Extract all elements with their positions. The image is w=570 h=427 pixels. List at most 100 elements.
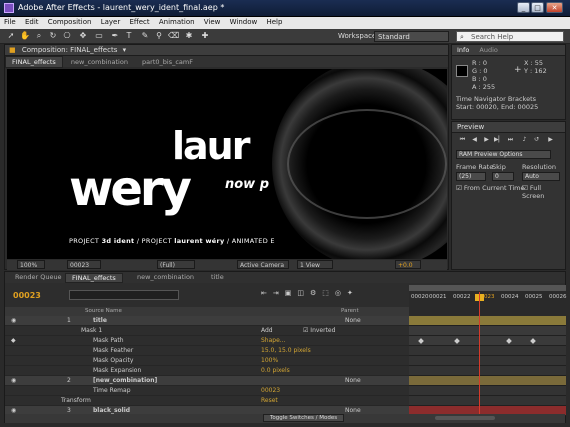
property-row[interactable]: Mask Feather 15.0, 15.0 pixels [5, 346, 409, 356]
visibility-eye-icon[interactable]: ◉ [11, 376, 16, 385]
layer-bar[interactable] [409, 376, 566, 386]
property-row[interactable]: Transform Reset [5, 396, 409, 406]
timeline-switch-icons[interactable]: ⇤⇥▣◫⚙⬚◎✦ [261, 289, 359, 297]
panel-menu-chevron-icon[interactable]: ▾ [120, 46, 127, 54]
ram-preview-options-select[interactable]: RAM Preview Options [456, 150, 551, 159]
next-frame-icon[interactable]: ▶▏ [494, 136, 503, 144]
parent-select[interactable]: None [345, 376, 361, 385]
tab-render-queue[interactable]: Render Queue [9, 273, 68, 283]
tab-final-effects-timeline[interactable]: FINAL_effects [65, 273, 123, 283]
keyframe-nav-icon[interactable]: ◆ [11, 336, 16, 345]
current-timecode[interactable]: 00023 [13, 291, 41, 300]
keyframe[interactable] [418, 338, 424, 344]
brush-tool-icon[interactable]: ✎ [140, 31, 150, 41]
rectangle-mask-tool-icon[interactable]: ▭ [94, 31, 104, 41]
from-current-time-checkbox[interactable]: ☑ From Current Time [456, 184, 524, 192]
checkbox-icon: ☑ [522, 184, 528, 192]
info-panel: Info Audio R : 0 G : 0 B : 0 A : 255 + X… [451, 44, 566, 120]
zoom-tool-icon[interactable]: ⌕ [34, 31, 44, 41]
minimize-button[interactable]: _ [517, 2, 530, 13]
time-ruler[interactable]: 00020 00021 00022 00023 00024 00025 0002… [409, 285, 567, 316]
pan-behind-tool-icon[interactable]: ✥ [78, 31, 88, 41]
resolution-select[interactable]: Auto [522, 172, 560, 181]
current-time-field[interactable]: 00023 [67, 260, 101, 269]
inverted-checkbox[interactable]: ☑ Inverted [303, 326, 335, 335]
timeline-search-input[interactable] [69, 290, 179, 300]
frame-rate-label: Frame Rate [456, 163, 494, 171]
full-screen-checkbox[interactable]: ☑ Full Screen [522, 184, 565, 200]
tab-info[interactable]: Info [452, 46, 469, 54]
col-source-name[interactable]: Source Name [85, 307, 122, 315]
maximize-button[interactable]: □ [531, 2, 544, 13]
layer-bar[interactable] [409, 316, 566, 326]
close-button[interactable]: ✕ [546, 2, 563, 13]
parent-select[interactable]: None [345, 316, 361, 325]
frame-rate-select[interactable]: (25) [456, 172, 486, 181]
previous-frame-icon[interactable]: ◀ [470, 136, 479, 144]
clone-stamp-tool-icon[interactable]: ⚲ [154, 31, 164, 41]
menu-animation[interactable]: Animation [155, 17, 198, 26]
tab-new-combination-timeline[interactable]: new_combination [131, 273, 200, 283]
play-icon[interactable]: ▶ [482, 136, 491, 144]
type-tool-icon[interactable]: T [124, 31, 134, 41]
workspace-select[interactable]: Standard [374, 31, 449, 42]
pen-tool-icon[interactable]: ✒ [110, 31, 120, 41]
first-frame-icon[interactable]: ⏮ [458, 136, 467, 144]
tab-audio[interactable]: Audio [471, 46, 497, 54]
time-navigator[interactable] [409, 285, 566, 291]
timeline-footer: Toggle Switches / Modes [5, 414, 565, 423]
skip-select[interactable]: 0 [492, 172, 514, 181]
roto-brush-tool-icon[interactable]: ✱ [184, 31, 194, 41]
tab-new-combination[interactable]: new_combination [65, 57, 134, 67]
zoom-select[interactable]: 100% [17, 260, 45, 269]
layer-row-new-combination[interactable]: ◉ 2 [new_combination] None [5, 376, 409, 386]
composition-viewer[interactable]: laur wery now p PROJECT 3d ident / PROJE… [7, 69, 447, 259]
toggle-switches-modes-button[interactable]: Toggle Switches / Modes [263, 414, 345, 422]
tab-final-effects[interactable]: FINAL_effects [5, 56, 63, 68]
info-b: B : 0 [472, 75, 487, 83]
keyframe[interactable] [454, 338, 460, 344]
audio-icon[interactable]: ♪ [520, 136, 529, 144]
rotate-tool-icon[interactable]: ↻ [48, 31, 58, 41]
camera-select[interactable]: Active Camera [237, 260, 289, 269]
menu-layer[interactable]: Layer [97, 17, 124, 26]
menu-composition[interactable]: Composition [44, 17, 95, 26]
ram-preview-icon[interactable]: ▶ [546, 136, 555, 144]
menu-view[interactable]: View [200, 17, 224, 26]
last-frame-icon[interactable]: ⏭ [506, 136, 515, 144]
puppet-pin-tool-icon[interactable]: ✚ [200, 31, 210, 41]
resolution-select[interactable]: (Full) [157, 260, 195, 269]
info-y: Y : 162 [524, 67, 547, 75]
loop-icon[interactable]: ↺ [532, 136, 541, 144]
hand-tool-icon[interactable]: ✋ [20, 31, 30, 41]
menu-file[interactable]: File [0, 17, 19, 26]
property-row[interactable]: Time Remap 00023 [5, 386, 409, 396]
property-row[interactable]: Mask Expansion 0.0 pixels [5, 366, 409, 376]
composition-panel-title[interactable]: Composition: FINAL_effects [18, 46, 118, 54]
eraser-tool-icon[interactable]: ⌫ [168, 31, 179, 41]
property-row[interactable]: Mask Opacity 100% [5, 356, 409, 366]
menu-effect[interactable]: Effect [125, 17, 152, 26]
exposure-field[interactable]: +0.0 [395, 260, 421, 269]
zoom-slider[interactable] [435, 416, 495, 420]
visibility-eye-icon[interactable]: ◉ [11, 316, 16, 325]
playhead-line[interactable] [479, 292, 480, 422]
view-layout-select[interactable]: 1 View [297, 260, 333, 269]
tab-part0-bis-camf[interactable]: part0_bis_camF [136, 57, 199, 67]
selection-tool-icon[interactable]: ➚ [6, 31, 16, 41]
menu-edit[interactable]: Edit [21, 17, 42, 26]
layer-row-title[interactable]: ◉ 1 title None [5, 316, 409, 326]
mask-mode-select[interactable]: Add [261, 326, 273, 335]
menu-help[interactable]: Help [262, 17, 285, 26]
keyframe[interactable] [530, 338, 536, 344]
camera-tool-icon[interactable]: ⎔ [62, 31, 72, 41]
mask-row[interactable]: Mask 1 Add ☑ Inverted [5, 326, 409, 336]
search-help-input[interactable]: ⌕ Search Help [456, 31, 564, 42]
info-a: A : 255 [472, 83, 496, 91]
lock-icon[interactable]: ■ [5, 46, 16, 54]
property-row[interactable]: ◆ Mask Path Shape... [5, 336, 409, 346]
keyframe[interactable] [506, 338, 512, 344]
menu-window[interactable]: Window [226, 17, 261, 26]
col-parent[interactable]: Parent [341, 307, 359, 315]
tab-title-timeline[interactable]: title [205, 273, 230, 283]
